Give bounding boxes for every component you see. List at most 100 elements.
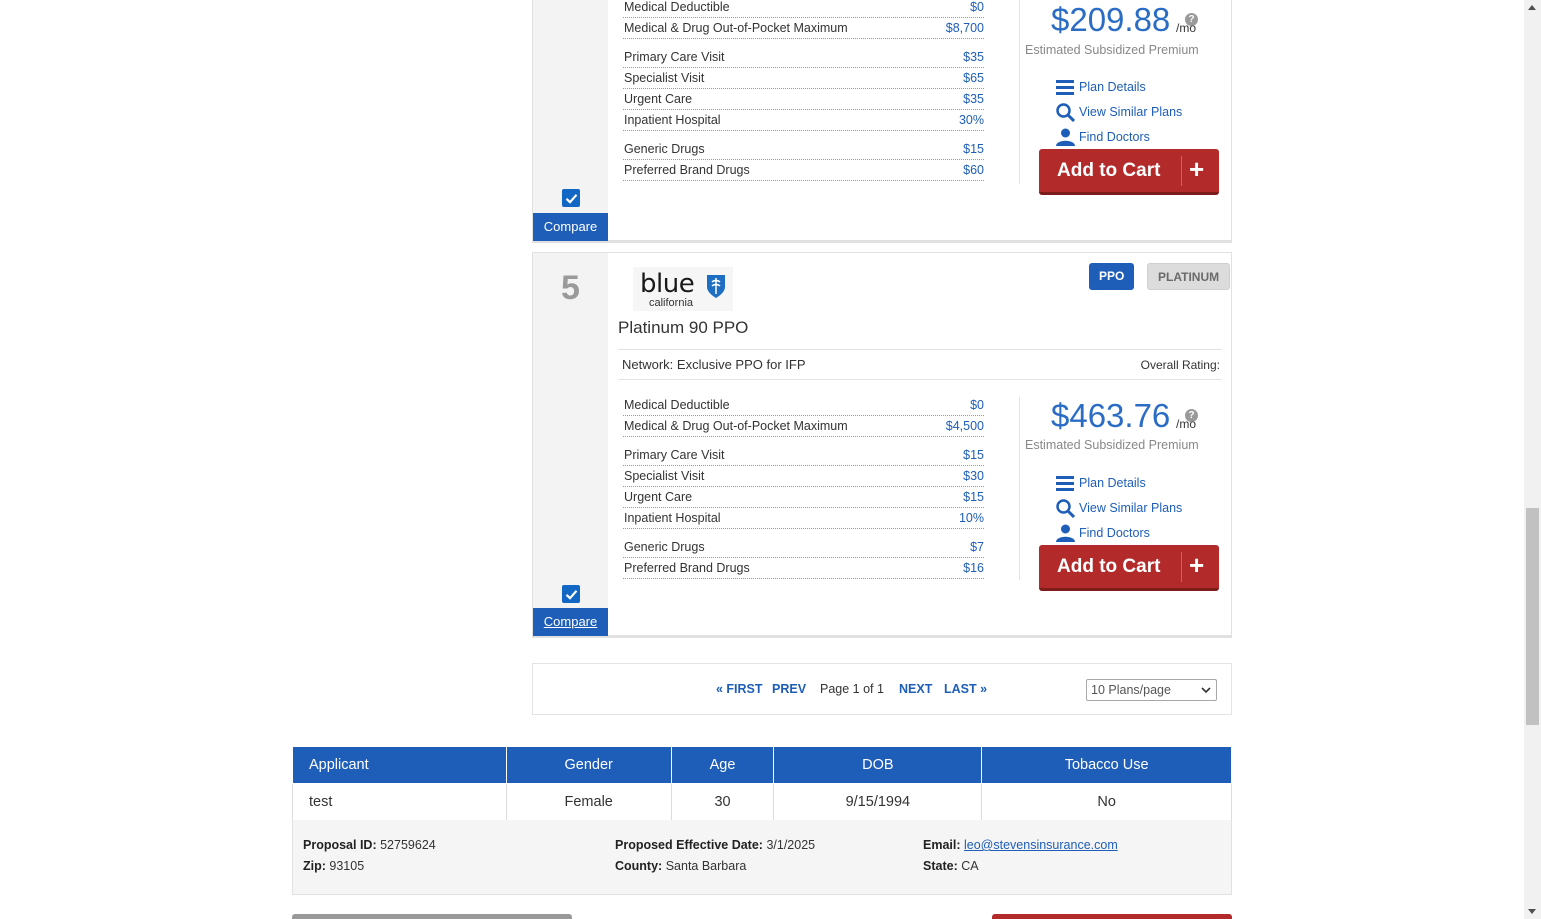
back-button-edge[interactable] [292, 914, 572, 919]
benefit-value: $8,700 [945, 21, 984, 35]
find-doctors-link[interactable]: Find Doctors [1055, 128, 1150, 146]
add-to-cart-button[interactable]: Add to Cart + [1039, 149, 1219, 195]
benefit-row: Generic Drugs $15 [623, 139, 984, 160]
plan-rank: 5 [561, 269, 580, 307]
benefit-row: Inpatient Hospital 10% [623, 508, 984, 529]
benefit-label: Medical & Drug Out-of-Pocket Maximum [624, 21, 848, 35]
benefit-row: Preferred Brand Drugs $16 [623, 558, 984, 579]
scroll-up-icon[interactable] [1528, 5, 1536, 10]
benefit-label: Specialist Visit [624, 469, 705, 483]
benefit-row: Preferred Brand Drugs $60 [623, 160, 984, 181]
benefit-value: $35 [963, 92, 984, 106]
plans-per-page-value: 10 Plans/page [1091, 683, 1171, 697]
premium-price: $463.76 [1051, 397, 1171, 434]
plus-icon: + [1189, 154, 1205, 184]
benefit-label: Urgent Care [624, 490, 693, 504]
benefit-value: $60 [963, 163, 984, 177]
network-type-badge: PPO [1089, 263, 1135, 290]
plan-card-4: Medical Deductible $0 Medical & Drug Out-… [532, 0, 1232, 243]
scrollbar-thumb[interactable] [1526, 508, 1539, 725]
user-icon [1055, 128, 1075, 146]
benefit-row: Medical & Drug Out-of-Pocket Maximum $4,5… [623, 416, 984, 437]
benefit-label: Medical Deductible [624, 0, 730, 14]
first-page-link[interactable]: « FIRST [716, 682, 763, 696]
list-icon [1055, 78, 1075, 96]
add-to-cart-button[interactable]: Add to Cart + [1039, 545, 1219, 591]
premium-price: $209.88 [1051, 1, 1171, 38]
view-similar-plans-link[interactable]: View Similar Plans [1055, 498, 1183, 518]
compare-button[interactable]: Compare [533, 213, 608, 241]
applicant-dob: 9/15/1994 [773, 783, 983, 821]
proposal-id: Proposal ID: 52759624 [303, 838, 436, 852]
benefit-value: $30 [963, 469, 984, 483]
prev-page-link[interactable]: PREV [772, 682, 806, 696]
table-header-row: Applicant Gender Age DOB Tobacco Use [292, 746, 1232, 784]
plan-details-label: Plan Details [1079, 476, 1146, 490]
compare-checkbox[interactable] [562, 189, 580, 207]
list-icon [1055, 474, 1075, 492]
premium-label: Estimated Subsidized Premium [1025, 43, 1199, 57]
benefits-list: Medical Deductible $0 Medical & Drug Out-… [623, 0, 984, 181]
network-name: Network: Exclusive PPO for IFP [622, 357, 806, 372]
benefit-value: $65 [963, 71, 984, 85]
benefit-value: 30% [958, 113, 984, 127]
proposal-effective-date: Proposed Effective Date: 3/1/2025 [615, 838, 816, 852]
benefit-label: Specialist Visit [624, 71, 705, 85]
page-scrollbar[interactable] [1524, 0, 1541, 919]
benefit-row: Inpatient Hospital 30% [623, 110, 984, 131]
continue-button-edge[interactable] [992, 914, 1232, 919]
benefit-label: Preferred Brand Drugs [624, 561, 750, 575]
benefit-value: $0 [970, 398, 984, 412]
view-similar-plans-link[interactable]: View Similar Plans [1055, 102, 1182, 122]
pagination: « FIRST PREV Page 1 of 1 NEXT LAST » 10 … [532, 663, 1232, 715]
benefit-value: $0 [970, 0, 984, 14]
plan-details-link[interactable]: Plan Details [1055, 474, 1146, 492]
search-icon [1055, 102, 1075, 122]
col-header-dob: DOB [773, 746, 983, 784]
benefit-row: Urgent Care $35 [623, 89, 984, 110]
find-doctors-link[interactable]: Find Doctors [1055, 524, 1150, 542]
benefit-label: Medical Deductible [624, 398, 730, 412]
metal-tier-badge: PLATINUM [1147, 263, 1231, 290]
rank-column [533, 253, 608, 635]
proposal-info: Proposal ID: 52759624 Zip: 93105 Propose… [292, 820, 1232, 895]
benefit-label: Primary Care Visit [624, 448, 725, 462]
find-doctors-label: Find Doctors [1079, 130, 1150, 144]
checkbox-checked-icon [565, 589, 577, 600]
proposal-email: Email: leo@stevensinsurance.com [923, 838, 1118, 852]
carrier-logo: blue california [633, 267, 733, 311]
plus-icon: + [1189, 550, 1205, 580]
shield-icon [707, 275, 725, 298]
page-info: Page 1 of 1 [820, 682, 884, 696]
view-similar-plans-label: View Similar Plans [1079, 501, 1183, 515]
plan-details-link[interactable]: Plan Details [1055, 78, 1146, 96]
plans-per-page-select[interactable]: 10 Plans/page [1086, 679, 1217, 701]
col-header-gender: Gender [505, 746, 672, 784]
benefit-row: Specialist Visit $65 [623, 68, 984, 89]
carrier-logo-word: blue [640, 269, 695, 299]
benefit-value: $16 [963, 561, 984, 575]
carrier-logo-sub: california [649, 297, 694, 309]
premium-label: Estimated Subsidized Premium [1025, 438, 1199, 452]
plan-card-5: 5 PPO PLATINUM blue california Platinum … [532, 252, 1232, 638]
next-page-link[interactable]: NEXT [899, 682, 932, 696]
proposal-zip: Zip: 93105 [303, 859, 365, 873]
table-row: test Female 30 9/15/1994 No [292, 783, 1232, 821]
add-to-cart-label: Add to Cart [1057, 160, 1161, 181]
col-header-tobacco: Tobacco Use [981, 746, 1232, 784]
last-page-link[interactable]: LAST » [944, 682, 987, 696]
benefit-label: Primary Care Visit [624, 50, 725, 64]
benefit-label: Generic Drugs [624, 142, 705, 156]
benefit-row: Medical & Drug Out-of-Pocket Maximum $8,7… [623, 18, 984, 39]
benefit-label: Preferred Brand Drugs [624, 163, 750, 177]
find-doctors-label: Find Doctors [1079, 526, 1150, 540]
user-icon [1055, 524, 1075, 542]
scroll-down-icon[interactable] [1528, 909, 1536, 914]
benefit-label: Generic Drugs [624, 540, 705, 554]
compare-checkbox[interactable] [562, 585, 580, 603]
add-to-cart-label: Add to Cart [1057, 556, 1161, 577]
email-link[interactable]: leo@stevensinsurance.com [964, 838, 1118, 852]
overall-rating-label: Overall Rating: [1140, 358, 1220, 372]
benefit-value: $35 [963, 50, 984, 64]
compare-button[interactable]: Compare [533, 608, 608, 636]
